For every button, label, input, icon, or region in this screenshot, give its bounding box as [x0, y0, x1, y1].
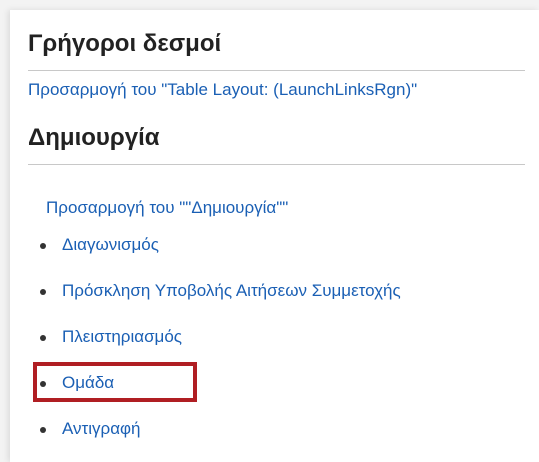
create-items-list: Διαγωνισμός Πρόσκληση Υποβολής Αιτήσεων … — [40, 222, 401, 452]
quick-links-divider — [28, 70, 525, 71]
customize-table-layout-link[interactable]: Προσαρμογή του "Table Layout: (LaunchLin… — [28, 80, 417, 100]
call-for-applications-link[interactable]: Πρόσκληση Υποβολής Αιτήσεων Συμμετοχής — [62, 281, 401, 301]
list-item-tender: Διαγωνισμός — [40, 222, 401, 268]
bullet-icon — [40, 335, 46, 341]
auction-link[interactable]: Πλειστηριασμός — [62, 327, 182, 347]
quick-links-title: Γρήγοροι δεσμοί — [28, 30, 222, 57]
list-item-auction: Πλειστηριασμός — [40, 314, 401, 360]
list-item-call-for-applications: Πρόσκληση Υποβολής Αιτήσεων Συμμετοχής — [40, 268, 401, 314]
bullet-icon — [40, 427, 46, 433]
bullet-icon — [40, 289, 46, 295]
list-item-copy: Αντιγραφή — [40, 406, 401, 452]
create-section-title: Δημιουργία — [28, 124, 160, 151]
customize-create-link[interactable]: Προσαρμογή του ""Δημιουργία"" — [46, 198, 288, 218]
highlight-box — [33, 362, 197, 402]
copy-link[interactable]: Αντιγραφή — [62, 419, 141, 439]
create-divider — [28, 164, 525, 165]
bullet-icon — [40, 243, 46, 249]
tender-link[interactable]: Διαγωνισμός — [62, 235, 159, 255]
